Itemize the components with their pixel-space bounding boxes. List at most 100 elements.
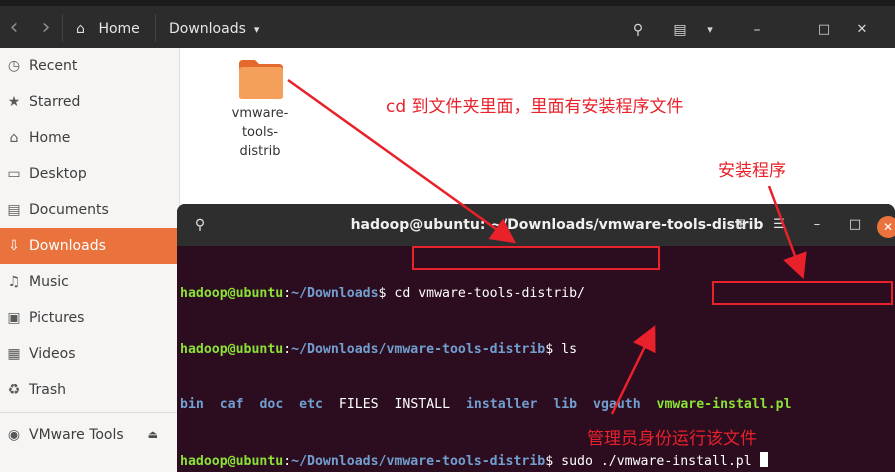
chevron-down-icon: ▾ bbox=[253, 23, 260, 36]
sidebar-item-trash[interactable]: ♻ Trash bbox=[0, 372, 180, 408]
search-icon: ⚲ bbox=[194, 217, 206, 233]
sidebar-item-label: Trash bbox=[29, 382, 66, 398]
terminal-window: ⚲ hadoop@ubuntu: ~/Downloads/vmware-tool… bbox=[177, 204, 895, 472]
terminal-close-button[interactable]: ✕ bbox=[877, 216, 895, 238]
sidebar-item-music[interactable]: ♫ Music bbox=[0, 264, 180, 300]
ls-entry: bin bbox=[180, 397, 204, 412]
sidebar-item-label: Documents bbox=[29, 202, 109, 218]
terminal-minimize-button[interactable]: – bbox=[807, 215, 827, 235]
folder-name-line: vmware- bbox=[231, 106, 289, 121]
annotation-cd-note: cd 到文件夹里面，里面有安装程序文件 bbox=[386, 97, 684, 117]
breadcrumb-downloads[interactable]: Downloads ▾ bbox=[169, 18, 259, 40]
file-manager-headerbar: ‹ › ⌂ Home Downloads ▾ ⚲ ▤ ▾ – □ ✕ bbox=[0, 0, 895, 48]
prompt-colon: : bbox=[283, 341, 292, 357]
sidebar-item-documents[interactable]: ▤ Documents bbox=[0, 192, 180, 228]
sidebar-item-label: Videos bbox=[29, 346, 76, 362]
document-icon: ▤ bbox=[7, 202, 21, 218]
ls-entry: caf bbox=[219, 397, 244, 412]
sidebar-item-vmware-tools[interactable]: ◉ VMware Tools ⏏ bbox=[0, 417, 180, 453]
close-icon: ✕ bbox=[856, 22, 868, 37]
prompt-path: ~/Downloads bbox=[291, 286, 379, 301]
prompt-symbol: $ bbox=[545, 453, 562, 469]
breadcrumb-home[interactable]: ⌂ Home bbox=[76, 18, 140, 40]
close-button[interactable]: ✕ bbox=[851, 19, 873, 41]
terminal-line: hadoop@ubuntu:~/Downloads/vmware-tools-d… bbox=[180, 341, 895, 360]
sidebar-item-home[interactable]: ⌂ Home bbox=[0, 120, 180, 156]
prompt-user: hadoop@ubuntu bbox=[180, 286, 284, 301]
ls-entry: vmware-install.pl bbox=[656, 397, 792, 412]
terminal-line: hadoop@ubuntu:~/Downloads/vmware-tools-d… bbox=[180, 451, 895, 471]
new-tab-button[interactable]: ⊞ bbox=[731, 215, 751, 235]
breadcrumb-divider bbox=[155, 14, 156, 42]
terminal-title: hadoop@ubuntu: ~/Downloads/vmware-tools-… bbox=[350, 217, 764, 233]
sidebar-item-label: Starred bbox=[29, 94, 81, 110]
sidebar-item-starred[interactable]: ★ Starred bbox=[0, 84, 180, 120]
folder-icon[interactable] bbox=[237, 56, 285, 100]
sidebar-item-downloads[interactable]: ⇩ Downloads bbox=[0, 228, 180, 264]
command-text: sudo ./vmware-install.pl bbox=[561, 453, 760, 469]
ls-entry: installer bbox=[465, 397, 538, 412]
prompt-colon: : bbox=[283, 453, 292, 469]
folder-name[interactable]: vmware- tools- distrib bbox=[217, 104, 303, 161]
search-button[interactable]: ⚲ bbox=[627, 19, 649, 41]
prompt-symbol: $ bbox=[378, 286, 395, 301]
chevron-left-icon: ‹ bbox=[9, 15, 19, 40]
command-text: cd vmware-tools-distrib/ bbox=[394, 286, 585, 301]
music-icon: ♫ bbox=[7, 274, 21, 290]
terminal-cursor bbox=[759, 451, 768, 467]
sidebar-item-pictures[interactable]: ▣ Pictures bbox=[0, 300, 180, 336]
disc-icon: ◉ bbox=[7, 427, 21, 443]
ls-entry: lib bbox=[553, 397, 578, 412]
prompt-path: ~/Downloads/vmware-tools-distrib bbox=[291, 341, 546, 357]
trash-icon: ♻ bbox=[7, 382, 21, 398]
breadcrumb-home-label: Home bbox=[98, 21, 140, 37]
places-sidebar: ◷ Recent ★ Starred ⌂ Home ▭ Desktop ▤ Do… bbox=[0, 48, 180, 472]
cd-command-highlight bbox=[412, 246, 660, 270]
terminal-maximize-button[interactable]: □ bbox=[845, 215, 865, 235]
ls-output-line: bin caf doc etc FILES INSTALL installer … bbox=[180, 396, 895, 415]
annotation-sudo-note: 管理员身份运行该文件 bbox=[587, 429, 757, 449]
download-icon: ⇩ bbox=[8, 238, 20, 254]
prompt-symbol: $ bbox=[545, 341, 562, 357]
maximize-icon: □ bbox=[848, 217, 862, 232]
sidebar-item-desktop[interactable]: ▭ Desktop bbox=[0, 156, 180, 192]
terminal-search-button[interactable]: ⚲ bbox=[189, 214, 211, 236]
eject-icon[interactable]: ⏏ bbox=[148, 417, 158, 453]
star-icon: ★ bbox=[7, 94, 21, 110]
sidebar-item-label: Pictures bbox=[29, 310, 85, 326]
menu-icon: ☰ bbox=[773, 217, 785, 232]
annotation-installer-note: 安装程序 bbox=[718, 161, 786, 181]
installer-highlight bbox=[712, 281, 893, 305]
minimize-button[interactable]: – bbox=[746, 19, 768, 41]
ls-entry: FILES bbox=[338, 397, 379, 412]
view-options-button[interactable]: ▾ bbox=[699, 19, 721, 41]
sidebar-divider bbox=[0, 412, 180, 413]
prompt-colon: : bbox=[283, 286, 292, 301]
picture-icon: ▣ bbox=[7, 310, 21, 326]
back-button[interactable]: ‹ bbox=[2, 16, 26, 40]
desktop-icon: ▭ bbox=[7, 166, 21, 182]
prompt-user: hadoop@ubuntu bbox=[180, 453, 284, 469]
forward-button[interactable]: › bbox=[34, 16, 58, 40]
terminal-menu-button[interactable]: ☰ bbox=[769, 215, 789, 235]
minimize-icon: – bbox=[753, 22, 761, 38]
maximize-button[interactable]: □ bbox=[813, 19, 835, 41]
sidebar-item-label: Music bbox=[29, 274, 69, 290]
view-toggle-button[interactable]: ▤ bbox=[669, 19, 691, 41]
new-tab-icon: ⊞ bbox=[735, 217, 747, 232]
search-icon: ⚲ bbox=[632, 22, 644, 38]
ls-entry: etc bbox=[299, 397, 323, 412]
chevron-down-icon: ▾ bbox=[707, 23, 713, 36]
sidebar-item-label: Recent bbox=[29, 58, 78, 74]
home-icon: ⌂ bbox=[9, 130, 19, 146]
command-text: ls bbox=[561, 341, 578, 357]
sidebar-item-label: Downloads bbox=[29, 238, 106, 254]
sidebar-item-recent[interactable]: ◷ Recent bbox=[0, 48, 180, 84]
home-icon: ⌂ bbox=[76, 21, 85, 37]
sidebar-item-videos[interactable]: ▦ Videos bbox=[0, 336, 180, 372]
file-view: vmware- tools- distrib bbox=[181, 48, 895, 208]
list-view-icon: ▤ bbox=[673, 22, 687, 38]
sidebar-item-label: Desktop bbox=[29, 166, 87, 182]
prompt-path: ~/Downloads/vmware-tools-distrib bbox=[291, 453, 546, 469]
ls-entry: INSTALL bbox=[394, 397, 451, 412]
